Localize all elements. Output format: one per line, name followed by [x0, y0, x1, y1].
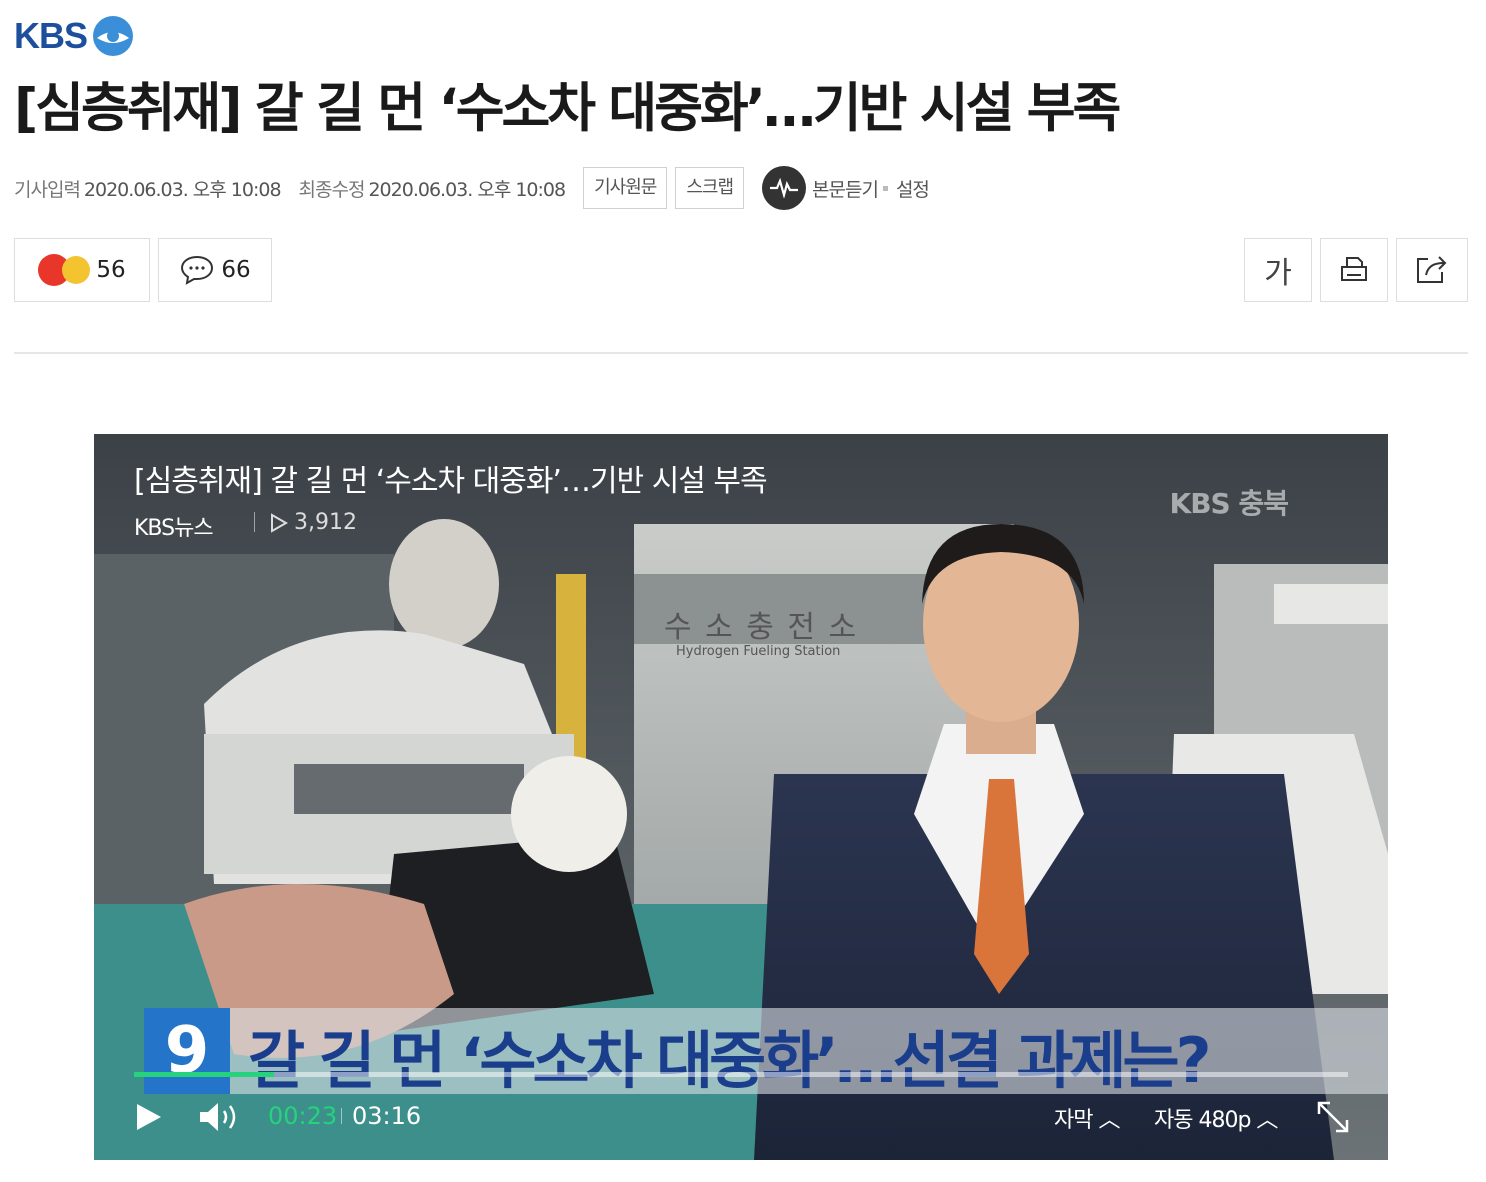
view-count: 3,912: [270, 510, 357, 535]
tts-label[interactable]: 본문듣기: [812, 175, 879, 202]
video-channel[interactable]: KBS뉴스: [134, 510, 214, 542]
quality-selector[interactable]: 자동 480p ︿: [1154, 1102, 1278, 1134]
print-icon: [1341, 257, 1367, 281]
video-title: [심층취재] 갈 길 먼 ‘수소차 대중화’…기반 시설 부족: [134, 464, 768, 499]
published-date: 2020.06.03. 오후 10:08: [83, 178, 282, 201]
kbs-logo-icon: [93, 16, 134, 56]
separator-dot: [882, 185, 888, 191]
broadcast-watermark: KBS 충북: [1169, 487, 1289, 520]
article-headline: [심층취재] 갈 길 먼 ‘수소차 대중화’…기반 시설 부족: [14, 78, 1121, 139]
progress-bar[interactable]: [134, 1072, 1348, 1077]
progress-fill: [134, 1072, 274, 1077]
comment-count: 66: [221, 257, 251, 283]
station-sign: 수 소 충 전 소: [664, 610, 859, 645]
news-caption-number: 9: [144, 1008, 230, 1094]
published-label: 기사입력: [14, 178, 81, 201]
fullscreen-icon[interactable]: [1316, 1100, 1350, 1134]
logo-text: KBS: [14, 15, 88, 56]
print-button[interactable]: [1320, 238, 1388, 302]
play-triangle-icon: [271, 512, 288, 533]
video-player[interactable]: KBS 충북 수 소 충 전 소 Hydrogen Fueling Statio…: [94, 434, 1388, 1160]
sad-emoji-icon: [62, 256, 91, 284]
font-size-label: 가: [1264, 256, 1292, 291]
header-divider: [14, 352, 1468, 354]
comment-icon: [181, 255, 214, 285]
subtitle-toggle[interactable]: 자막 ︿: [1054, 1102, 1120, 1134]
tts-icon: [762, 166, 807, 210]
play-icon[interactable]: [134, 1102, 164, 1132]
share-button[interactable]: [1396, 238, 1468, 302]
kbs-logo[interactable]: KBS: [14, 14, 135, 58]
comment-button[interactable]: 66: [158, 238, 272, 302]
article-meta: 기사입력 2020.06.03. 오후 10:08 최종수정 2020.06.0…: [14, 166, 930, 210]
font-size-button[interactable]: 가: [1244, 238, 1312, 302]
current-time: 00:23: [268, 1102, 338, 1130]
duration: 03:16: [352, 1102, 422, 1130]
news-caption-text: 갈 길 먼 ‘수소차 대중화’…선결 과제는?: [248, 1024, 1212, 1097]
reaction-count: 56: [96, 257, 126, 283]
modified-label: 최종수정: [298, 178, 366, 201]
scrap-button[interactable]: 스크랩: [675, 167, 745, 209]
station-sign-en: Hydrogen Fueling Station: [676, 644, 841, 659]
modified-date: 2020.06.03. 오후 10:08: [368, 178, 566, 201]
time-separator: [341, 1108, 342, 1124]
share-icon: [1417, 256, 1447, 283]
player-controls: 00:23 03:16 자막 ︿ 자동 480p ︿: [94, 1092, 1388, 1142]
reaction-button[interactable]: 56: [14, 238, 150, 302]
volume-icon[interactable]: [198, 1100, 244, 1134]
original-article-button[interactable]: 기사원문: [583, 167, 668, 209]
tts-settings-link[interactable]: 설정: [896, 175, 930, 202]
channel-separator: [254, 512, 255, 532]
tts-control[interactable]: 본문듣기 설정: [762, 166, 930, 210]
view-count-value: 3,912: [294, 510, 357, 535]
